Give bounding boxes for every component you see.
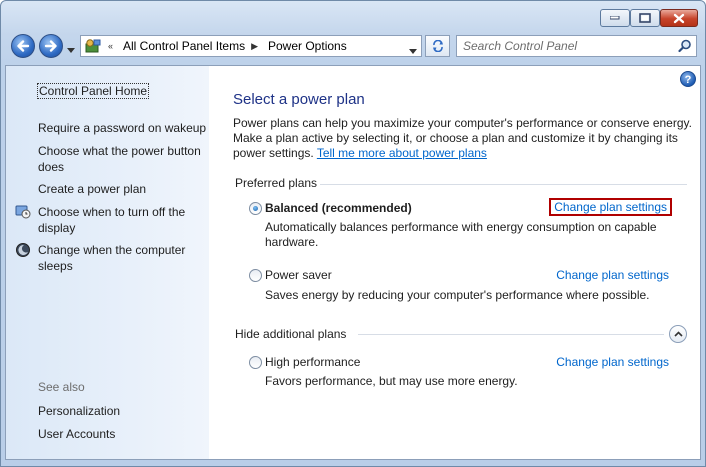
breadcrumb-overflow-icon[interactable]: « (108, 41, 113, 51)
sidebar-item-power-button[interactable]: Choose what the power button does (38, 143, 208, 175)
change-plan-settings-power-saver[interactable]: Change plan settings (556, 268, 669, 282)
sidebar-item-turn-off-display[interactable]: Choose when to turn off the display (38, 204, 208, 236)
preferred-plans-divider (320, 184, 687, 185)
maximize-icon (631, 10, 659, 26)
see-also-heading: See also (38, 380, 85, 394)
power-options-window: « All Control Panel Items ▶ Power Option… (0, 0, 706, 467)
preferred-plans-header: Preferred plans (235, 176, 318, 190)
minimize-icon (601, 10, 629, 26)
back-arrow-icon (17, 40, 30, 52)
display-clock-icon (15, 205, 31, 219)
chevron-down-icon (67, 48, 75, 53)
sidebar-item-computer-sleeps[interactable]: Change when the computer sleeps (38, 242, 208, 274)
refresh-button[interactable] (425, 35, 450, 57)
plan-description-power-saver: Saves energy by reducing your computer's… (265, 288, 650, 302)
plan-name-balanced[interactable]: Balanced (recommended) (265, 201, 412, 215)
forward-button[interactable] (39, 34, 63, 58)
plan-description-balanced: Automatically balances performance with … (265, 220, 657, 249)
high-performance-radio[interactable] (249, 356, 262, 369)
search-icon[interactable] (678, 39, 692, 53)
back-button[interactable] (11, 34, 35, 58)
refresh-icon (432, 40, 443, 52)
sidebar-item-create-plan[interactable]: Create a power plan (38, 181, 208, 197)
close-button[interactable] (660, 9, 698, 27)
address-dropdown-button[interactable] (409, 43, 417, 57)
close-icon (661, 10, 697, 26)
plan-name-high-performance[interactable]: High performance (265, 355, 360, 369)
control-panel-icon (85, 39, 101, 53)
change-plan-settings-high-performance[interactable]: Change plan settings (556, 355, 669, 369)
title-bar (1, 1, 705, 33)
change-plan-settings-balanced[interactable]: Change plan settings (549, 198, 672, 216)
search-input[interactable] (463, 38, 663, 54)
plan-description-high-performance: Favors performance, but may use more ene… (265, 374, 518, 388)
forward-arrow-icon (44, 40, 57, 52)
collapse-additional-plans-button[interactable] (669, 325, 687, 343)
minimize-button[interactable] (600, 9, 630, 27)
recent-pages-dropdown[interactable] (67, 42, 75, 56)
task-pane: Control Panel Home Require a password on… (6, 66, 209, 459)
learn-more-link[interactable]: Tell me more about power plans (317, 146, 487, 160)
search-box[interactable] (456, 35, 697, 57)
plan-name-power-saver[interactable]: Power saver (265, 268, 332, 282)
content-area: Control Panel Home Require a password on… (5, 65, 701, 460)
page-title: Select a power plan (233, 91, 365, 108)
sleep-moon-icon (16, 243, 30, 257)
see-also-user-accounts[interactable]: User Accounts (38, 426, 208, 442)
main-pane: ? Select a power plan Power plans can he… (209, 66, 700, 459)
chevron-down-icon (409, 49, 417, 54)
breadcrumb-all-control-panel-items[interactable]: All Control Panel Items (123, 39, 245, 53)
control-panel-home-link[interactable]: Control Panel Home (37, 83, 150, 99)
additional-plans-header[interactable]: Hide additional plans (235, 327, 346, 341)
power-saver-radio[interactable] (249, 269, 262, 282)
help-icon[interactable]: ? (680, 71, 696, 87)
additional-plans-divider (358, 334, 664, 335)
navigation-bar: « All Control Panel Items ▶ Power Option… (1, 33, 705, 61)
address-bar[interactable]: « All Control Panel Items ▶ Power Option… (80, 35, 422, 57)
chevron-up-icon (673, 331, 683, 337)
breadcrumb-separator-icon[interactable]: ▶ (251, 41, 258, 52)
breadcrumb-power-options[interactable]: Power Options (268, 39, 347, 53)
sidebar-item-password-on-wakeup[interactable]: Require a password on wakeup (38, 120, 208, 136)
see-also-personalization[interactable]: Personalization (38, 403, 208, 419)
balanced-radio[interactable] (249, 202, 262, 215)
page-description: Power plans can help you maximize your c… (233, 116, 693, 161)
maximize-button[interactable] (630, 9, 660, 27)
